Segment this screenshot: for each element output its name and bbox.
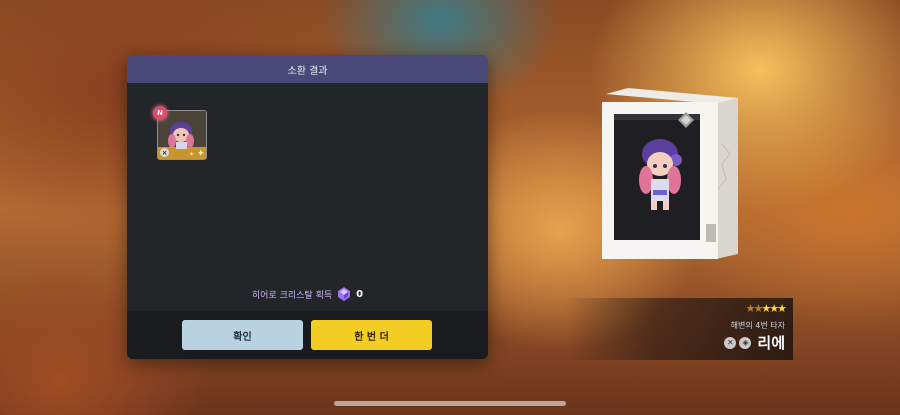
panel-header: 소환 결과 bbox=[127, 55, 488, 83]
home-indicator[interactable] bbox=[334, 401, 566, 406]
summon-again-button[interactable]: 한 번 더 bbox=[311, 320, 432, 350]
star-rating: ★★★★★ bbox=[745, 302, 787, 316]
svg-text:✦: ✦ bbox=[197, 149, 205, 159]
star-icon-empty: ★★ bbox=[745, 302, 764, 315]
result-slot-character[interactable]: ✦ ✦ N × bbox=[153, 106, 207, 160]
character-name-row: ✕ ◈ 리에 bbox=[724, 332, 785, 353]
crystal-label: 히어로 크리스탈 획득 bbox=[251, 290, 333, 301]
panel-footer: 확인 한 번 더 bbox=[127, 311, 488, 359]
panel-title: 소환 결과 bbox=[287, 65, 328, 77]
x-class-icon: × bbox=[160, 148, 169, 157]
character-box-icon bbox=[602, 88, 738, 259]
character-box-card bbox=[598, 84, 738, 259]
character-title: 해변의 4번 타자 bbox=[730, 321, 785, 330]
svg-text:✦: ✦ bbox=[189, 151, 194, 158]
character-info-banner: ★★★★★ 해변의 4번 타자 ✕ ◈ 리에 bbox=[565, 298, 793, 360]
hero-crystal-icon bbox=[338, 287, 351, 301]
x-class-icon: ✕ bbox=[724, 336, 737, 349]
new-badge: N bbox=[153, 106, 167, 120]
crystal-count: 0 bbox=[356, 288, 364, 300]
character-name: 리에 bbox=[757, 334, 785, 352]
star-icon-filled: ★★★ bbox=[761, 302, 787, 315]
crystal-reward-row: 히어로 크리스탈 획득 0 bbox=[127, 287, 488, 301]
summon-result-panel: 소환 결과 ✦ ✦ N × 히어로 크리스탈 획득 0 확인 한 번 더 bbox=[127, 55, 488, 359]
diamond-class-icon: ◈ bbox=[739, 336, 752, 349]
confirm-button[interactable]: 확인 bbox=[182, 320, 303, 350]
